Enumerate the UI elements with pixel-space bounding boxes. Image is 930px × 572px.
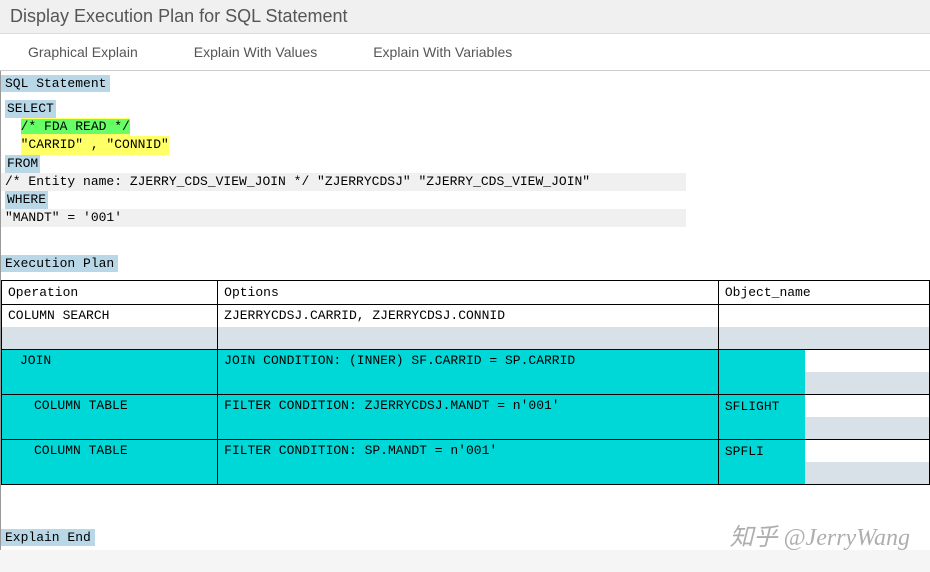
execution-plan-table: Operation Options Object_name COLUMN SEA… xyxy=(1,280,930,485)
sql-columns: "CARRID" , "CONNID" xyxy=(21,136,169,154)
sql-where-cond: "MANDT" = '001' xyxy=(1,209,686,227)
sql-block: SELECT /* FDA READ */ "CARRID" , "CONNID… xyxy=(1,96,930,231)
col-object-name: Object_name xyxy=(718,281,929,305)
opt-cell: ZJERRYCDSJ.CARRID, ZJERRYCDSJ.CONNID xyxy=(218,305,718,327)
tab-graphical-explain[interactable]: Graphical Explain xyxy=(20,34,146,70)
sql-where-kw: WHERE xyxy=(5,191,48,209)
sql-entity-line: /* Entity name: ZJERRY_CDS_VIEW_JOIN */ … xyxy=(1,173,686,191)
op-cell: JOIN xyxy=(2,350,217,372)
tab-explain-variables[interactable]: Explain With Variables xyxy=(365,34,520,70)
sql-fda-comment: /* FDA READ */ xyxy=(21,119,130,134)
obj-cell: SPFLI xyxy=(719,440,805,462)
op-cell: COLUMN TABLE xyxy=(2,440,217,462)
opt-cell: JOIN CONDITION: (INNER) SF.CARRID = SP.C… xyxy=(218,350,718,372)
table-row: JOIN JOIN CONDITION: (INNER) SF.CARRID =… xyxy=(2,350,930,395)
obj-cell xyxy=(719,350,805,372)
op-cell: COLUMN TABLE xyxy=(2,395,217,417)
opt-cell: FILTER CONDITION: SP.MANDT = n'001' xyxy=(218,440,718,462)
opt-cell: FILTER CONDITION: ZJERRYCDSJ.MANDT = n'0… xyxy=(218,395,718,417)
sql-from-kw: FROM xyxy=(5,155,40,173)
op-cell: COLUMN SEARCH xyxy=(2,305,217,327)
tab-bar: Graphical Explain Explain With Values Ex… xyxy=(0,34,930,71)
table-row: COLUMN TABLE FILTER CONDITION: SP.MANDT … xyxy=(2,440,930,485)
table-row: COLUMN SEARCH ZJERRYCDSJ.CARRID, ZJERRYC… xyxy=(2,305,930,350)
obj-cell: SFLIGHT xyxy=(719,395,805,417)
col-options: Options xyxy=(218,281,719,305)
obj-cell xyxy=(719,305,929,327)
table-row: COLUMN TABLE FILTER CONDITION: ZJERRYCDS… xyxy=(2,395,930,440)
tab-explain-values[interactable]: Explain With Values xyxy=(186,34,325,70)
col-operation: Operation xyxy=(2,281,218,305)
execution-plan-label: Execution Plan xyxy=(1,255,118,272)
page-title: Display Execution Plan for SQL Statement xyxy=(0,0,930,34)
sql-select-kw: SELECT xyxy=(5,100,56,118)
content-area: SQL Statement SELECT /* FDA READ */ "CAR… xyxy=(0,71,930,550)
sql-statement-label: SQL Statement xyxy=(1,75,110,92)
explain-end-label: Explain End xyxy=(1,529,95,546)
table-header-row: Operation Options Object_name xyxy=(2,281,930,305)
